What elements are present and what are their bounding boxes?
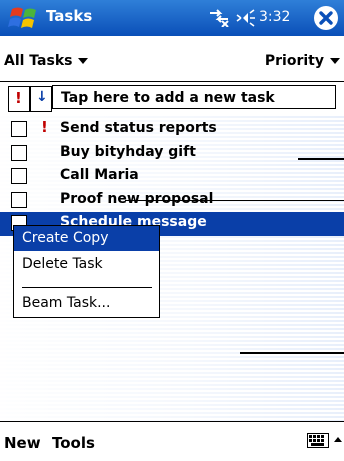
keyboard-icon[interactable] <box>307 433 329 448</box>
task-row[interactable]: Call Maria <box>0 165 344 189</box>
task-checkbox[interactable] <box>11 168 27 184</box>
filter-sort-row: All Tasks Priority <box>0 36 344 82</box>
category-filter-label: All Tasks <box>4 53 73 69</box>
app-title: Tasks <box>46 7 93 25</box>
low-priority-button[interactable]: ↓ <box>30 86 52 112</box>
task-label: Proof new proposal <box>60 191 214 207</box>
bottom-menu-bar: New Tools <box>0 421 344 461</box>
tools-menu-button[interactable]: Tools <box>52 434 95 452</box>
sort-dropdown[interactable]: Priority <box>265 53 340 69</box>
new-menu-button[interactable]: New <box>4 434 41 452</box>
title-bar: Tasks 3:32 <box>0 0 344 36</box>
ink-stroke <box>298 158 344 160</box>
category-filter-dropdown[interactable]: All Tasks <box>4 53 89 69</box>
sort-label: Priority <box>264 53 324 69</box>
new-task-input[interactable]: Tap here to add a new task <box>52 85 336 109</box>
task-checkbox[interactable] <box>11 192 27 208</box>
menu-item-delete-task[interactable]: Delete Task <box>14 252 159 277</box>
down-arrow-icon: ↓ <box>36 89 48 105</box>
menu-item-beam-task[interactable]: Beam Task... <box>14 291 159 316</box>
priority-button[interactable]: ! <box>8 86 30 112</box>
task-entry-bar: ! ↓ Tap here to add a new task <box>0 82 344 114</box>
windows-start-icon[interactable] <box>8 5 40 31</box>
ink-stroke <box>240 352 344 354</box>
context-menu: Create Copy Delete Task Beam Task... <box>13 225 160 318</box>
high-priority-icon: ! <box>41 118 48 136</box>
task-row[interactable]: Buy bityhday gift <box>0 142 344 166</box>
ink-stroke <box>125 200 344 201</box>
close-button[interactable] <box>314 6 338 30</box>
chevron-down-icon <box>78 58 89 64</box>
task-label: Send status reports <box>60 120 217 136</box>
priority-symbol: ! <box>15 89 22 107</box>
chevron-down-icon <box>330 58 340 64</box>
clock[interactable]: 3:32 <box>259 9 290 25</box>
menu-item-create-copy[interactable]: Create Copy <box>14 226 159 251</box>
task-checkbox[interactable] <box>11 145 27 161</box>
volume-icon[interactable] <box>236 9 256 27</box>
menu-divider <box>22 287 152 288</box>
input-panel-arrow-icon[interactable] <box>333 434 343 446</box>
close-icon <box>319 11 333 25</box>
task-row[interactable]: ! Send status reports <box>0 118 344 142</box>
task-checkbox[interactable] <box>11 121 27 137</box>
task-label: Call Maria <box>60 167 139 183</box>
connectivity-icon[interactable] <box>208 7 230 27</box>
task-row[interactable]: Proof new proposal <box>0 189 344 213</box>
task-label: Buy bityhday gift <box>60 144 196 160</box>
